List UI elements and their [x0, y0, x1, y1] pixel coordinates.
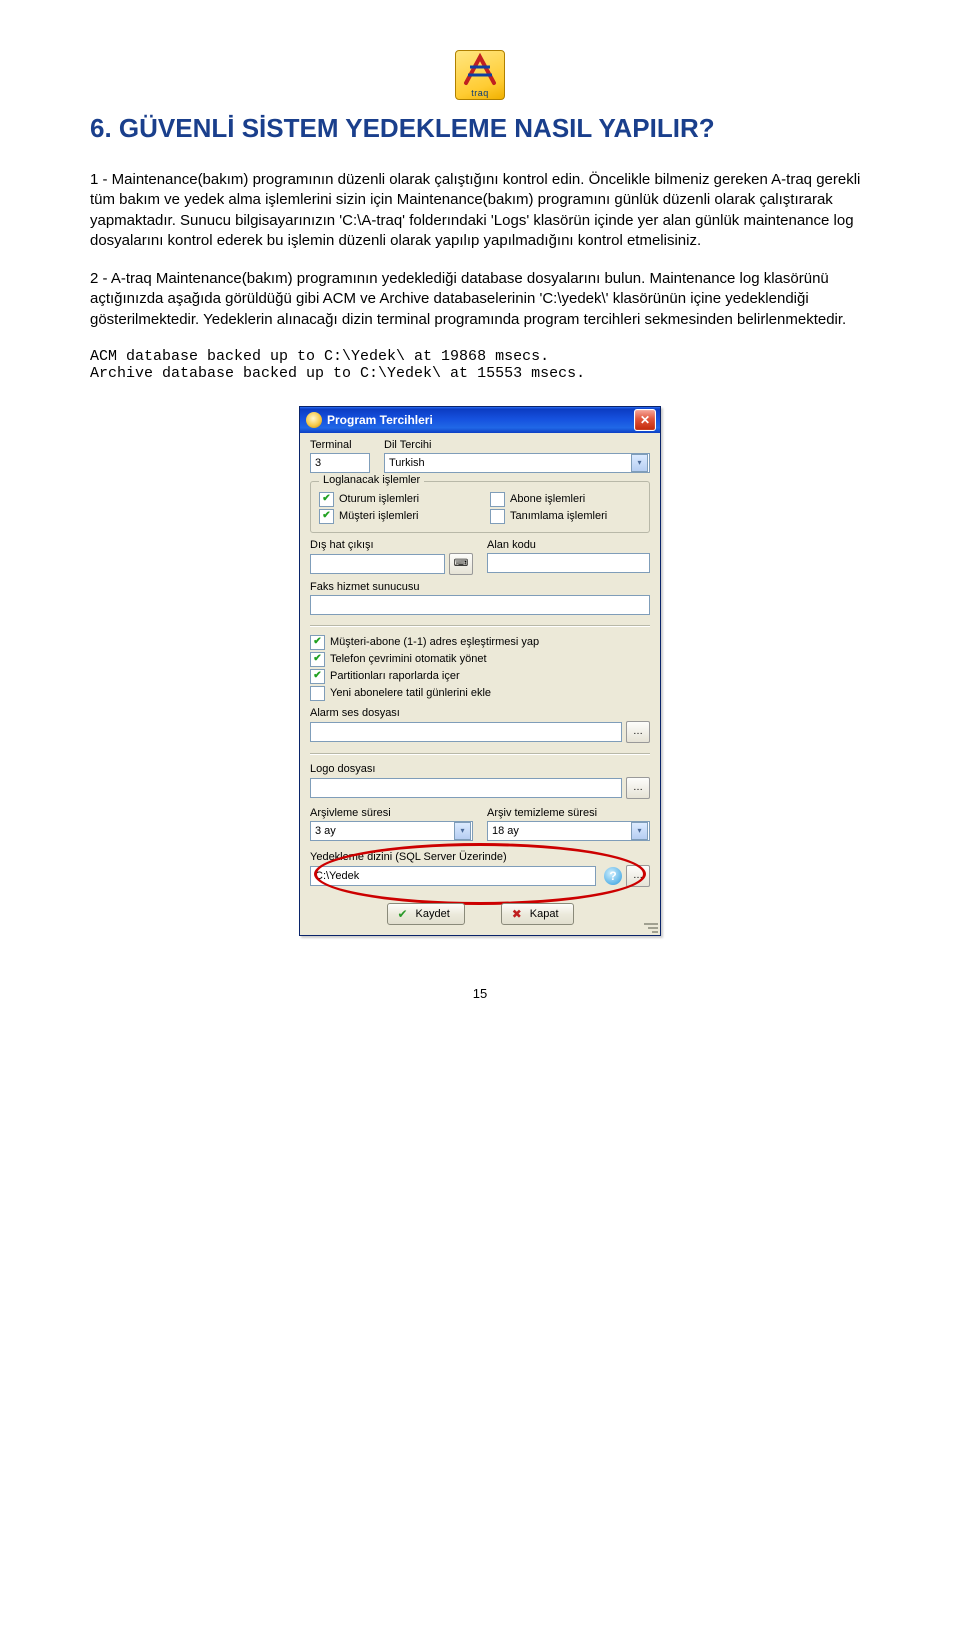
logo-icon	[460, 53, 500, 89]
close-button[interactable]: ✖ Kapat	[501, 903, 574, 925]
language-label: Dil Tercihi	[384, 439, 650, 451]
chk-subscriber[interactable]: Abone işlemleri	[490, 492, 641, 507]
logging-group: Loglanacak işlemler ✔Oturum işlemleri ✔M…	[310, 481, 650, 533]
paragraph-1: 1 - Maintenance(bakım) programının düzen…	[90, 170, 870, 251]
chevron-down-icon: ▾	[631, 454, 648, 472]
fax-label: Faks hizmet sunucusu	[310, 581, 650, 593]
header-logo: traq	[90, 50, 870, 105]
dialog-title: Program Tercihleri	[327, 413, 433, 427]
fax-input[interactable]	[310, 595, 650, 615]
chk-definition[interactable]: Tanımlama işlemleri	[490, 509, 641, 524]
cross-icon: ✖	[510, 907, 524, 921]
logging-group-title: Loglanacak işlemler	[319, 474, 424, 486]
log-output: ACM database backed up to C:\Yedek\ at 1…	[90, 348, 870, 382]
dialog-titlebar: Program Tercihleri ✕	[300, 407, 660, 433]
chevron-down-icon: ▾	[454, 822, 471, 840]
archive-clean-label: Arşiv temizleme süresi	[487, 807, 650, 819]
terminal-input[interactable]: 3	[310, 453, 370, 473]
chevron-down-icon: ▾	[631, 822, 648, 840]
backup-dir-label: Yedekleme dizini (SQL Server Üzerinde)	[310, 851, 650, 863]
page-title: 6. GÜVENLİ SİSTEM YEDEKLEME NASIL YAPILI…	[90, 113, 870, 144]
backup-dir-input[interactable]: C:\Yedek	[310, 866, 596, 886]
outline-label: Dış hat çıkışı	[310, 539, 473, 551]
help-icon[interactable]: ?	[604, 867, 622, 885]
resize-grip-icon	[644, 923, 658, 933]
browse-backup-button[interactable]: …	[626, 865, 650, 887]
terminal-label: Terminal	[310, 439, 370, 451]
archive-duration-label: Arşivleme süresi	[310, 807, 473, 819]
logo-text: traq	[456, 88, 504, 98]
paragraph-2: 2 - A-traq Maintenance(bakım) programını…	[90, 269, 870, 330]
chk-partitions[interactable]: ✔Partitionları raporlarda içer	[310, 669, 650, 684]
preferences-dialog: Program Tercihleri ✕ Terminal 3 Dil Terc…	[299, 406, 661, 936]
logo-file-label: Logo dosyası	[310, 763, 650, 775]
chk-customer[interactable]: ✔Müşteri işlemleri	[319, 509, 470, 524]
chk-address-match[interactable]: ✔Müşteri-abone (1-1) adres eşleştirmesi …	[310, 635, 650, 650]
page-number: 15	[90, 986, 870, 1001]
archive-duration-select[interactable]: 3 ay ▾	[310, 821, 473, 841]
chk-holidays[interactable]: Yeni abonelere tatil günlerini ekle	[310, 686, 650, 701]
alarm-sound-input[interactable]	[310, 722, 622, 742]
keypad-icon[interactable]: ⌨	[449, 553, 473, 575]
check-icon: ✔	[396, 907, 410, 921]
language-select[interactable]: Turkish ▾	[384, 453, 650, 473]
dialog-icon	[306, 412, 322, 428]
alarm-sound-label: Alarm ses dosyası	[310, 707, 650, 719]
area-code-label: Alan kodu	[487, 539, 650, 551]
chk-session[interactable]: ✔Oturum işlemleri	[319, 492, 470, 507]
area-code-input[interactable]	[487, 553, 650, 573]
browse-logo-button[interactable]: …	[626, 777, 650, 799]
logo-file-input[interactable]	[310, 778, 622, 798]
browse-alarm-button[interactable]: …	[626, 721, 650, 743]
chk-auto-phone[interactable]: ✔Telefon çevrimini otomatik yönet	[310, 652, 650, 667]
archive-clean-select[interactable]: 18 ay ▾	[487, 821, 650, 841]
save-button[interactable]: ✔ Kaydet	[387, 903, 465, 925]
outline-input[interactable]	[310, 554, 445, 574]
close-icon[interactable]: ✕	[634, 409, 656, 431]
